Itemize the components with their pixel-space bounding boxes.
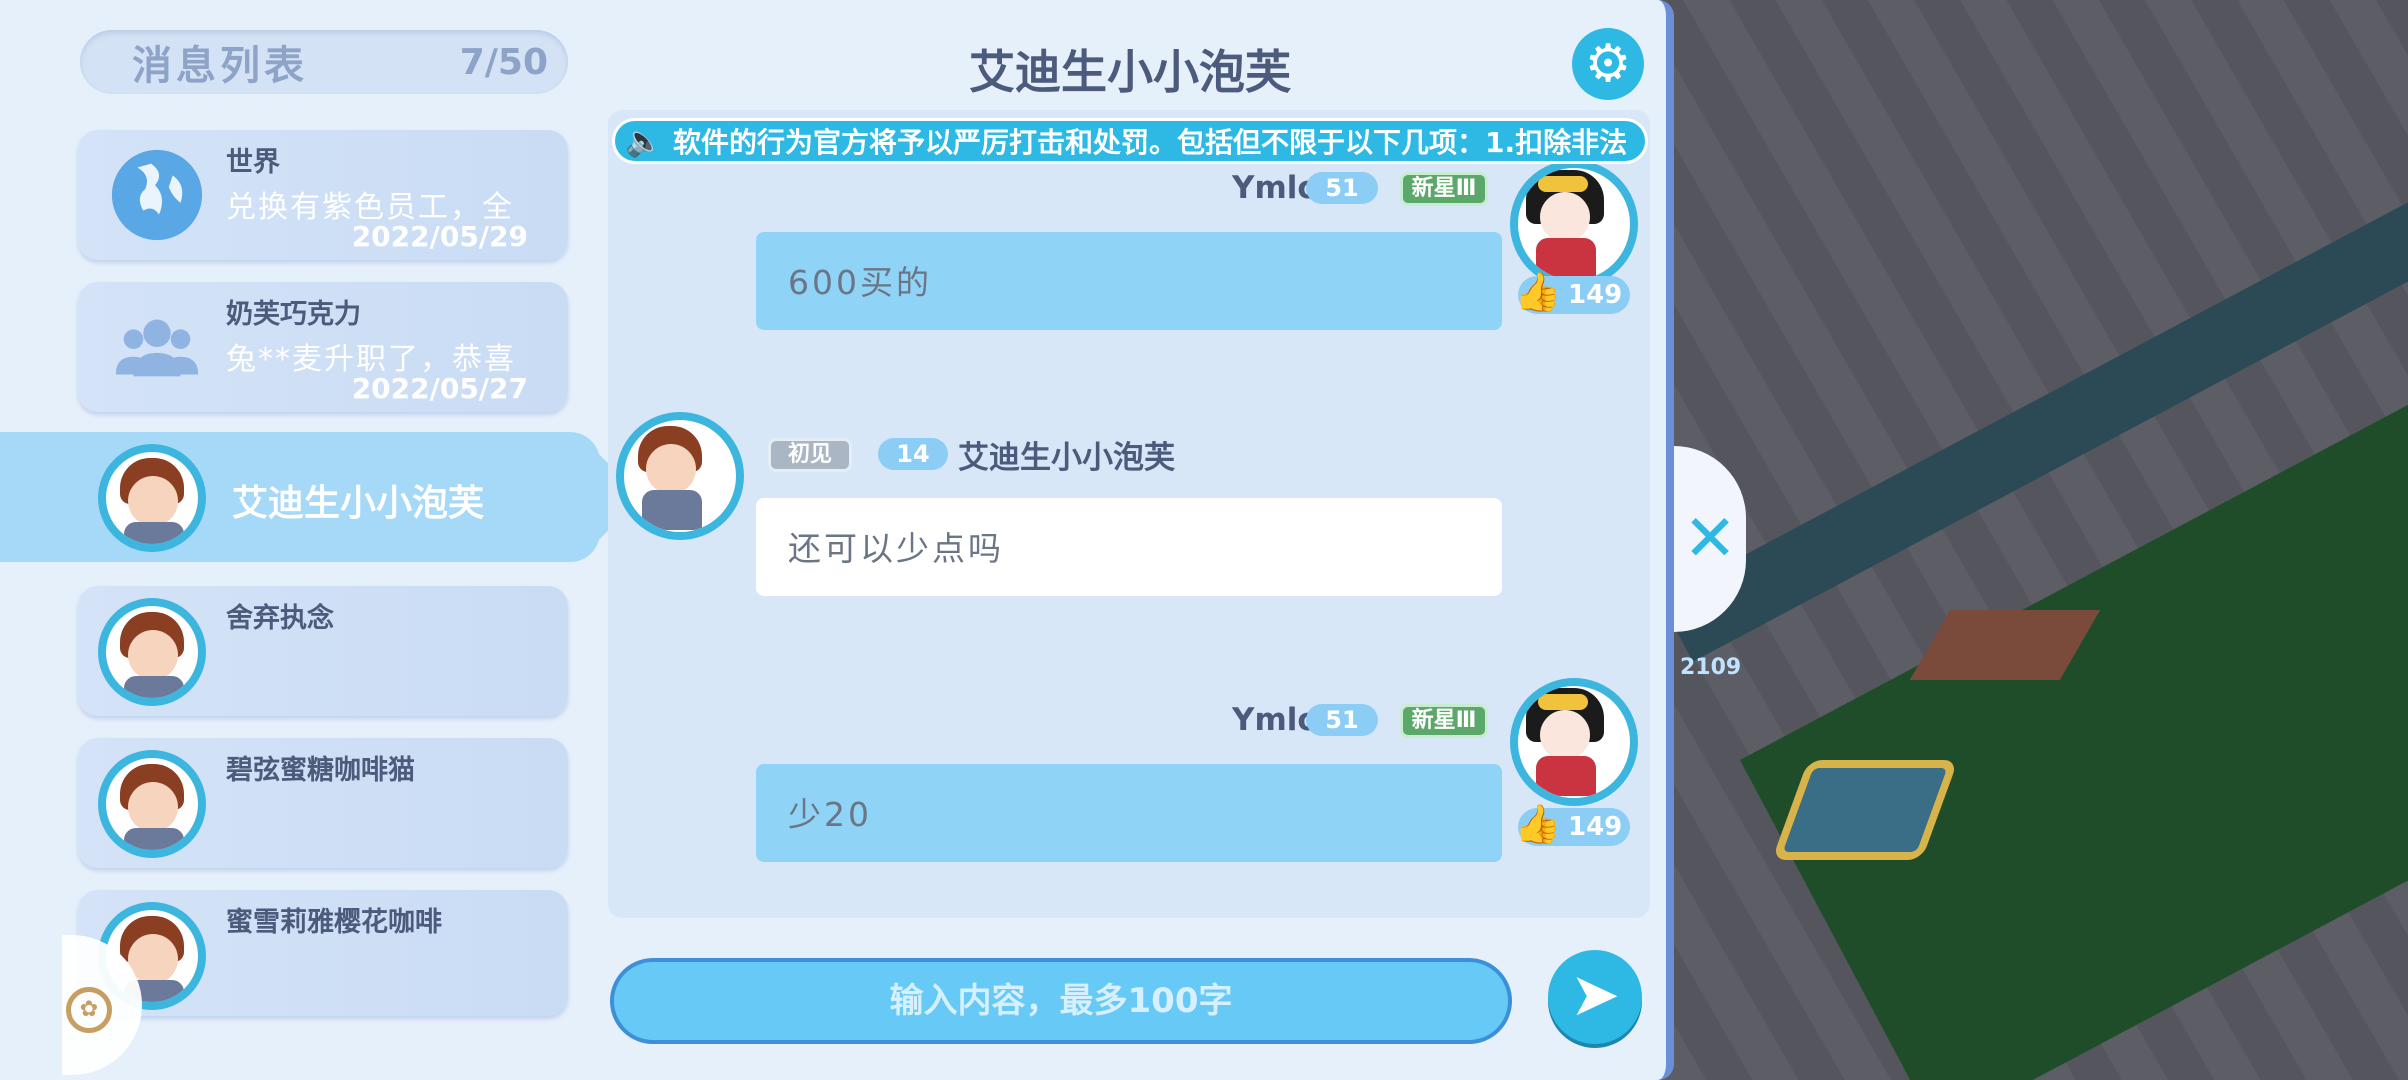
message-bubble: 少20 — [756, 764, 1502, 862]
message-bubble: 还可以少点吗 — [756, 498, 1502, 596]
conversation-group[interactable]: 奶芙巧克力 兔**麦升职了，恭喜 2022/05/27 — [78, 282, 568, 412]
close-icon: ✕ — [1683, 502, 1737, 576]
message-bubble: 600买的 — [756, 232, 1502, 330]
scene-floating-number: 2109 — [1680, 655, 1742, 680]
avatar — [98, 750, 206, 858]
message-list-header: 消息列表 7/50 — [80, 30, 568, 94]
level-badge: 51 — [1306, 172, 1378, 204]
group-icon — [115, 319, 199, 377]
conversation-item[interactable]: 碧弦蜜糖咖啡猫 — [78, 738, 568, 868]
announcement-text: 软件的行为官方将予以严厉打击和处罚。包括但不限于以下几项：1.扣除非法 — [673, 126, 1628, 159]
conversation-date: 2022/05/27 — [351, 372, 528, 405]
conversation-name: 蜜雪莉雅樱花咖啡 — [226, 907, 442, 938]
conversation-item[interactable]: 舍弃执念 — [78, 586, 568, 716]
level-badge: 14 — [878, 438, 948, 470]
avatar[interactable] — [1510, 678, 1638, 806]
announcement-banner: 🔈 软件的行为官方将予以严厉打击和处罚。包括但不限于以下几项：1.扣除非法 — [612, 118, 1648, 164]
thumbs-up-icon: 👍 — [1514, 270, 1562, 314]
title-tag: 新星Ⅲ — [1400, 704, 1488, 738]
like-counter[interactable]: 👍 149 — [1514, 802, 1630, 846]
conversation-world[interactable]: 世界 兑换有紫色员工，全 2022/05/29 — [78, 130, 568, 260]
conversation-name: 世界 — [226, 147, 280, 178]
conversation-name: 奶芙巧克力 — [226, 299, 361, 330]
conversation-item[interactable]: 蜜雪莉雅樱花咖啡 — [78, 890, 568, 1016]
chat-title: 艾迪生小小泡芙 — [969, 45, 1291, 99]
message-input[interactable]: 输入内容，最多100字 — [610, 958, 1512, 1044]
avatar — [98, 444, 206, 552]
send-arrow-icon: ➤ — [1569, 960, 1621, 1030]
avatar[interactable] — [616, 412, 744, 540]
game-scene-background: 2109 — [1660, 0, 2408, 1080]
conversation-name: 舍弃执念 — [226, 603, 334, 634]
settings-gear-icon[interactable]: ⚙ — [1572, 28, 1644, 100]
conversation-date: 2022/05/29 — [351, 220, 528, 253]
message-count: 7/50 — [459, 41, 548, 83]
avatar — [98, 598, 206, 706]
conversation-name: 碧弦蜜糖咖啡猫 — [226, 755, 415, 786]
level-badge: 51 — [1306, 704, 1378, 736]
like-count: 149 — [1568, 280, 1623, 310]
title-tag: 新星Ⅲ — [1400, 172, 1488, 206]
send-button[interactable]: ➤ — [1548, 950, 1642, 1044]
like-count: 149 — [1568, 812, 1623, 842]
message-sender: 艾迪生小小泡芙 — [958, 440, 1175, 476]
globe-icon — [111, 149, 203, 241]
thumbs-up-icon: 👍 — [1514, 802, 1562, 846]
speaker-icon: 🔈 — [625, 123, 663, 159]
title-tag: 初见 — [768, 438, 852, 472]
conversation-name: 艾迪生小小泡芙 — [232, 483, 485, 524]
chat-panel: 消息列表 7/50 世界 兑换有紫色员工，全 2022/05/29 奶芙巧克力 … — [0, 0, 1674, 1080]
like-counter[interactable]: 👍 149 — [1514, 270, 1630, 314]
flower-icon: ✿ — [66, 987, 112, 1033]
message-list-title: 消息列表 — [132, 43, 308, 89]
conversation-active[interactable]: 艾迪生小小泡芙 — [0, 432, 642, 562]
